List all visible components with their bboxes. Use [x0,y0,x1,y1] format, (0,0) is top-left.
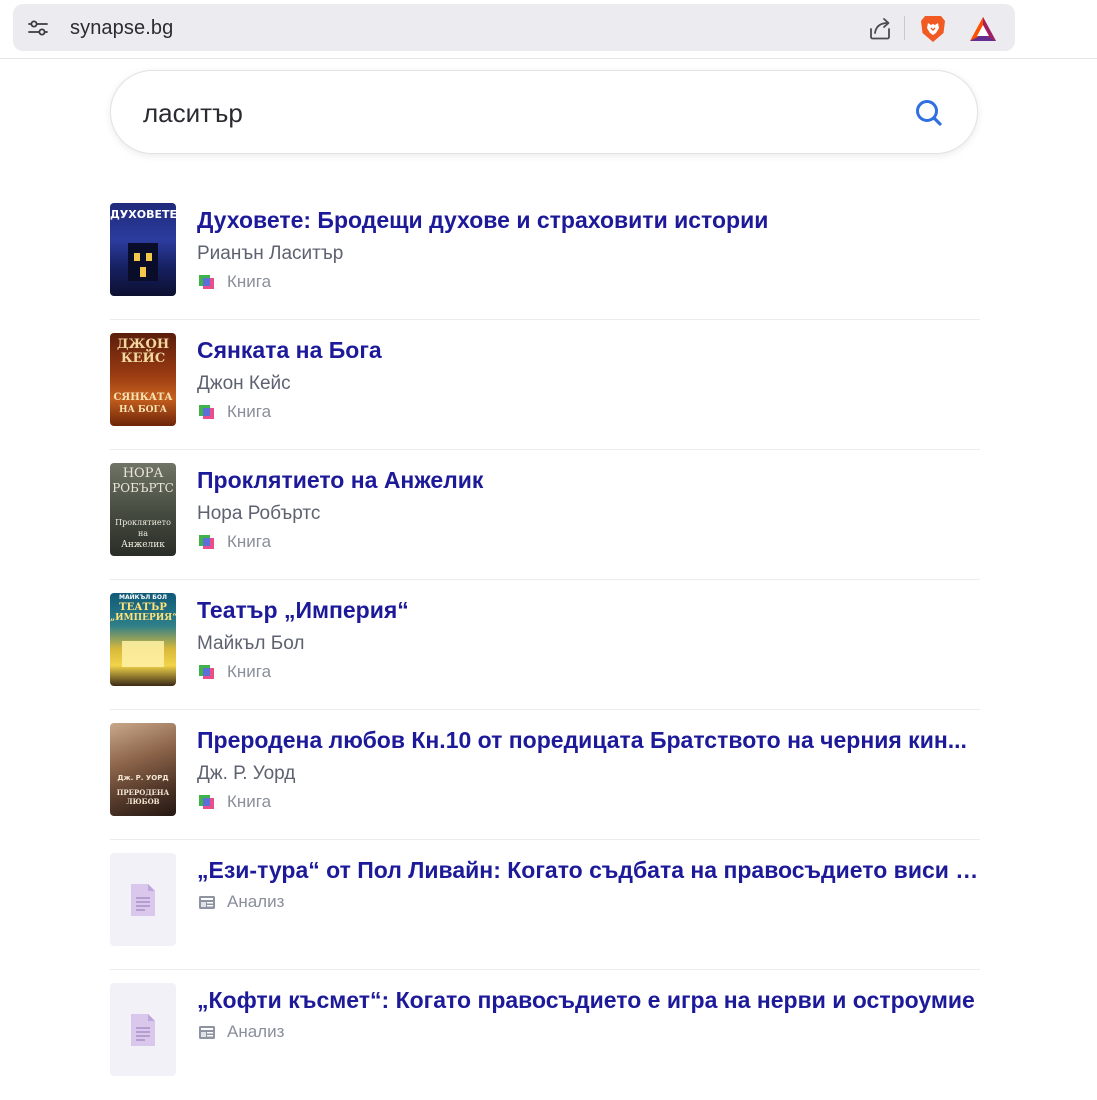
result-author: Рианън Ласитър [197,243,344,264]
result-type: Книга [197,792,271,812]
book-icon [199,795,214,809]
result-title[interactable]: „Кофти късмет“: Когато правосъдието е иг… [197,987,980,1014]
article-thumbnail[interactable] [110,983,176,1076]
result-type: Анализ [197,892,284,912]
document-icon [131,1013,155,1046]
search-input[interactable] [143,95,863,131]
book-icon [199,535,214,549]
browser-toolbar: synapse.bg [0,0,1097,59]
search-box [110,70,978,154]
list-item[interactable]: ДУХОВЕТЕ Духовете: Бродещи духове и стра… [110,190,980,320]
book-icon [199,275,214,289]
result-type: Книга [197,272,271,292]
result-title[interactable]: Духовете: Бродещи духове и страховити ис… [197,207,980,234]
result-author: Нора Робъртс [197,503,321,524]
document-icon [131,883,155,916]
list-item[interactable]: Дж. Р. УОРД ПРЕРОДЕНА ЛЮБОВ Преродена лю… [110,710,980,840]
search-icon[interactable] [911,95,947,131]
list-item[interactable]: МАЙКЪЛ БОЛ ТЕАТЪР „ИМПЕРИЯ“ Театър „Импе… [110,580,980,710]
url-text[interactable]: synapse.bg [70,17,173,40]
brave-lion-icon[interactable] [919,14,947,44]
list-item[interactable]: ДЖОН КЕЙС СЯНКАТА НА БОГА Сянката на Бог… [110,320,980,450]
result-title[interactable]: Преродена любов Кн.10 от поредицата Брат… [197,727,980,754]
result-title[interactable]: Театър „Империя“ [197,597,980,624]
book-cover[interactable]: ДЖОН КЕЙС СЯНКАТА НА БОГА [110,333,176,426]
book-cover[interactable]: ДУХОВЕТЕ [110,203,176,296]
tune-icon[interactable] [27,17,49,39]
result-type: Книга [197,402,271,422]
share-icon[interactable] [867,16,893,42]
result-title[interactable]: Проклятието на Анжелик [197,467,980,494]
result-author: Майкъл Бол [197,633,305,654]
result-type: Анализ [197,1022,284,1042]
result-title[interactable]: Сянката на Бога [197,337,980,364]
book-cover[interactable]: Дж. Р. УОРД ПРЕРОДЕНА ЛЮБОВ [110,723,176,816]
bat-triangle-icon[interactable] [968,15,998,43]
result-author: Дж. Р. Уорд [197,763,296,784]
toolbar-divider [904,16,905,40]
book-icon [199,665,214,679]
book-cover[interactable]: НОРА РОБЪРТС Проклятието на Анжелик [110,463,176,556]
book-cover[interactable]: МАЙКЪЛ БОЛ ТЕАТЪР „ИМПЕРИЯ“ [110,593,176,686]
list-item[interactable]: „Ези-тура“ от Пол Ливайн: Когато съдбата… [110,840,980,970]
article-thumbnail[interactable] [110,853,176,946]
article-icon [199,1026,215,1039]
list-item[interactable]: НОРА РОБЪРТС Проклятието на Анжелик Прок… [110,450,980,580]
result-type: Книга [197,532,271,552]
book-icon [199,405,214,419]
address-bar[interactable]: synapse.bg [13,4,1015,51]
result-type: Книга [197,662,271,682]
list-item[interactable]: „Кофти късмет“: Когато правосъдието е иг… [110,970,980,1100]
result-author: Джон Кейс [197,373,291,394]
results-list: ДУХОВЕТЕ Духовете: Бродещи духове и стра… [110,190,980,1100]
result-title[interactable]: „Ези-тура“ от Пол Ливайн: Когато съдбата… [197,857,980,884]
article-icon [199,896,215,909]
